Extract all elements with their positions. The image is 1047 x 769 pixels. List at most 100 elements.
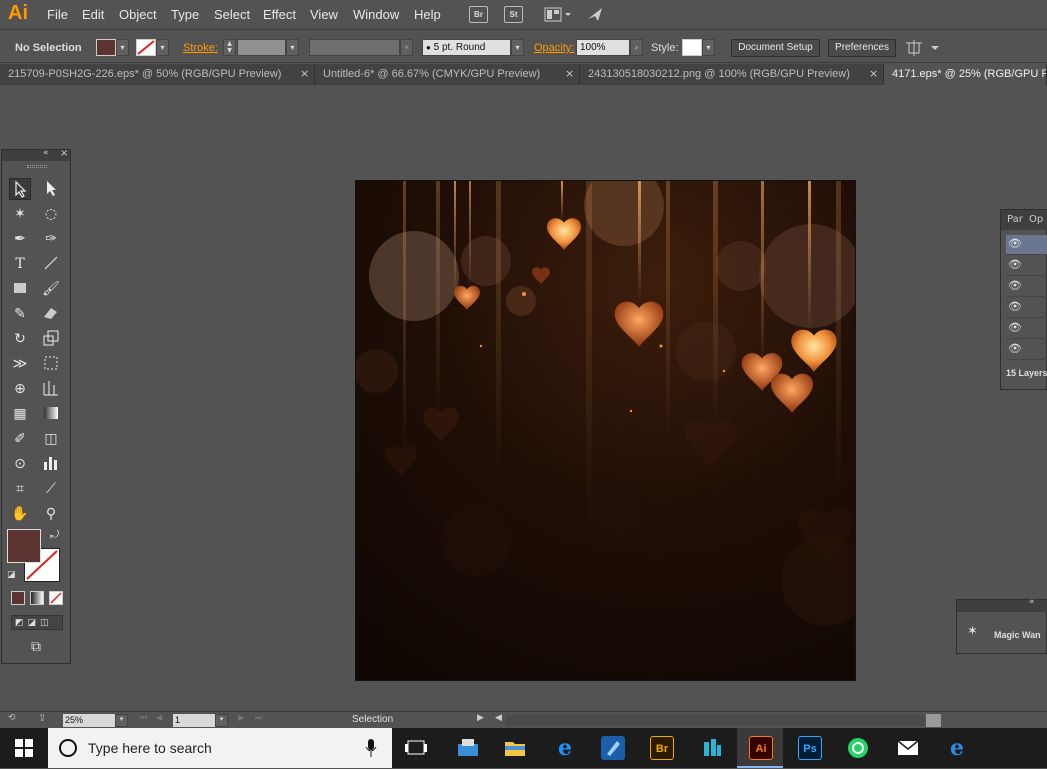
curvature-tool-icon[interactable]: ✑ — [40, 228, 62, 250]
taskbar-search-box[interactable]: Type here to search — [48, 728, 392, 768]
edge-legacy-icon[interactable]: e — [553, 736, 577, 760]
edge-icon[interactable]: e — [945, 736, 969, 760]
default-fill-stroke-icon[interactable]: ◪ — [7, 570, 16, 580]
eraser-tool-icon[interactable] — [40, 303, 62, 325]
tab-document-3[interactable]: 243130518030212.png @ 100% (RGB/GPU Prev… — [580, 64, 884, 85]
visibility-eye-icon[interactable]: 👁 — [1008, 300, 1022, 313]
variable-width-dropdown[interactable]: ▾ — [400, 39, 413, 56]
perspective-grid-tool-icon[interactable] — [40, 378, 62, 400]
menu-edit[interactable]: Edit — [82, 7, 104, 22]
whatsapp-icon[interactable] — [846, 736, 870, 760]
close-tab-3-icon[interactable]: × — [869, 67, 878, 80]
fill-swatch[interactable] — [96, 39, 116, 56]
menu-view[interactable]: View — [310, 7, 338, 22]
menu-help[interactable]: Help — [414, 7, 441, 22]
app-blue-icon[interactable] — [601, 736, 625, 760]
zoom-field[interactable]: 25% — [63, 714, 115, 727]
visibility-eye-icon[interactable]: 👁 — [1008, 342, 1022, 355]
symbol-sprayer-tool-icon[interactable]: ⊙ — [9, 453, 31, 475]
stroke-weight-dropdown[interactable]: ▾ — [286, 39, 299, 56]
collapse-icon[interactable]: « — [43, 148, 49, 158]
rotate-tool-icon[interactable]: ↻ — [9, 328, 31, 350]
menu-select[interactable]: Select — [214, 7, 250, 22]
menu-effect[interactable]: Effect — [263, 7, 296, 22]
layer-row[interactable]: 👁 — [1006, 256, 1047, 276]
layer-row[interactable]: 👁 — [1006, 340, 1047, 360]
menu-window[interactable]: Window — [353, 7, 399, 22]
windows-start-icon[interactable] — [15, 739, 33, 757]
layer-row[interactable]: 👁 — [1006, 277, 1047, 297]
gradient-mode-icon[interactable] — [30, 591, 44, 605]
tab-document-1[interactable]: 215709-P0SH2G-226.eps* @ 50% (RGB/GPU Pr… — [0, 64, 315, 85]
menu-type[interactable]: Type — [171, 7, 199, 22]
document-setup-button[interactable]: Document Setup — [731, 39, 820, 57]
share-icon[interactable]: ⇪ — [38, 713, 46, 724]
lasso-tool-icon[interactable]: ◌ — [40, 203, 62, 225]
magic-wand-panel-header[interactable]: « — [957, 597, 1047, 612]
visibility-eye-icon[interactable]: 👁 — [1008, 258, 1022, 271]
fill-dropdown[interactable]: ▾ — [116, 39, 129, 56]
mesh-tool-icon[interactable]: ▦ — [9, 403, 31, 425]
brush-definition-field[interactable]: ● 5 pt. Round — [422, 39, 511, 56]
close-tab-2-icon[interactable]: × — [565, 67, 574, 80]
visibility-eye-icon[interactable]: 👁 — [1008, 279, 1022, 292]
task-view-icon[interactable] — [405, 739, 427, 757]
layer-row[interactable]: 👁 — [1006, 298, 1047, 318]
first-artboard-icon[interactable]: ⏮ — [140, 713, 147, 723]
tab-op[interactable]: Op — [1029, 214, 1043, 225]
scale-tool-icon[interactable] — [40, 328, 62, 350]
blend-tool-icon[interactable]: ◫ — [40, 428, 62, 450]
column-graph-tool-icon[interactable] — [40, 453, 62, 475]
drawing-modes-icon[interactable]: ◩◪◫ — [11, 615, 63, 630]
stroke-weight-field[interactable] — [237, 39, 286, 56]
width-tool-icon[interactable]: ≫ — [9, 353, 31, 375]
prev-artboard-icon[interactable]: ◀ — [156, 713, 162, 722]
opacity-dropdown[interactable]: › — [630, 39, 643, 56]
mail-icon[interactable] — [896, 736, 920, 760]
collapse-icon[interactable]: « — [1029, 597, 1035, 607]
paintbrush-tool-icon[interactable]: 🖌 — [40, 278, 62, 300]
opacity-label[interactable]: Opacity: — [534, 42, 574, 54]
tools-panel-header[interactable]: « × — [2, 148, 70, 161]
status-menu-arrow-icon[interactable]: ▶ — [477, 713, 484, 723]
fill-color-box[interactable] — [7, 529, 41, 563]
arrange-documents-icon[interactable] — [544, 6, 572, 24]
next-artboard-icon[interactable]: ▶ — [238, 713, 244, 722]
swap-fill-stroke-icon[interactable]: ⤾ — [50, 528, 59, 542]
shape-builder-tool-icon[interactable]: ⊕ — [9, 378, 31, 400]
screen-mode-icon[interactable]: ⧉ — [24, 639, 48, 657]
menu-object[interactable]: Object — [119, 7, 157, 22]
artboard-tool-icon[interactable]: ⌗ — [9, 478, 31, 500]
hand-tool-icon[interactable]: ✋ — [9, 503, 31, 525]
direct-selection-tool-icon[interactable] — [40, 178, 62, 200]
tab-document-2[interactable]: Untitled-6* @ 66.67% (CMYK/GPU Preview) — [315, 64, 580, 85]
zoom-dropdown[interactable]: ▾ — [115, 714, 128, 727]
scroll-thumb[interactable] — [926, 714, 941, 727]
preferences-button[interactable]: Preferences — [828, 39, 896, 57]
stroke-swatch[interactable] — [136, 39, 156, 56]
slice-tool-icon[interactable]: ⟋ — [40, 478, 62, 500]
brush-dropdown[interactable]: ▾ — [511, 39, 524, 56]
free-transform-tool-icon[interactable] — [40, 353, 62, 375]
zoom-tool-icon[interactable]: ⚲ — [40, 503, 62, 525]
gpu-performance-icon[interactable] — [586, 5, 606, 25]
app-cyan-icon[interactable] — [700, 736, 724, 760]
artboard-dropdown[interactable]: ▾ — [215, 714, 228, 727]
visibility-eye-icon[interactable]: 👁 — [1008, 237, 1022, 250]
close-tab-1-icon[interactable]: × — [300, 67, 309, 80]
illustrator-app-icon[interactable]: Ai — [749, 736, 773, 760]
style-dropdown[interactable]: ▾ — [702, 39, 715, 56]
color-mode-icon[interactable] — [11, 591, 25, 605]
artboard-canvas[interactable] — [355, 180, 856, 681]
stroke-weight-stepper[interactable]: ▲ ▼ — [223, 39, 236, 56]
line-segment-tool-icon[interactable] — [40, 253, 62, 275]
last-artboard-icon[interactable]: ⏭ — [255, 713, 262, 723]
panel-grip[interactable] — [27, 165, 47, 168]
rectangle-tool-icon[interactable] — [9, 278, 31, 300]
opacity-field[interactable]: 100% — [576, 39, 630, 56]
tab-document-active[interactable]: 4171.eps* @ 25% (RGB/GPU Preview) — [884, 64, 1047, 85]
menu-file[interactable]: File — [47, 7, 68, 22]
arrange-icon[interactable] — [906, 40, 940, 56]
visibility-eye-icon[interactable]: 👁 — [1008, 321, 1022, 334]
layer-row[interactable]: 👁 — [1006, 235, 1047, 255]
